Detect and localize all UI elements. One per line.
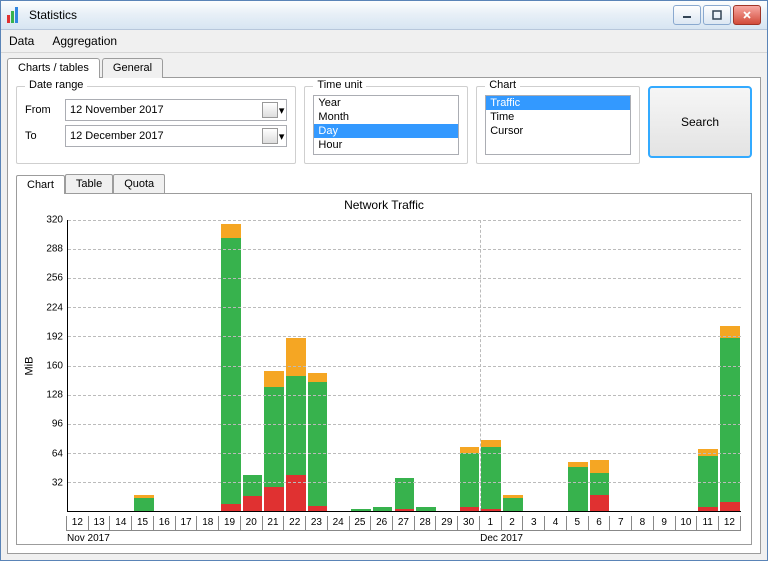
time-unit-listbox[interactable]: YearMonthDayHour [313, 95, 459, 155]
window-title: Statistics [29, 8, 673, 22]
sub-tab-chart[interactable]: Chart [16, 175, 65, 194]
month-labels: Nov 2017Dec 2017 [67, 531, 741, 544]
menu-data[interactable]: Data [9, 34, 34, 48]
plot-area [67, 220, 741, 512]
from-label: From [25, 104, 65, 116]
tab-charts-tables[interactable]: Charts / tables [7, 58, 100, 78]
list-item[interactable]: Traffic [486, 96, 630, 110]
calendar-icon[interactable] [262, 102, 278, 118]
app-icon [7, 7, 23, 23]
date-range-group: Date range From 12 November 2017 ▾ To 12… [16, 86, 296, 164]
to-date-input[interactable]: 12 December 2017 ▾ [65, 125, 287, 147]
date-range-title: Date range [25, 79, 87, 91]
statistics-window: Statistics Data Aggregation Charts / tab… [0, 0, 768, 561]
tab-body: Date range From 12 November 2017 ▾ To 12… [7, 77, 761, 554]
y-axis: 326496128160192224256288320 [37, 220, 67, 512]
chevron-down-icon[interactable]: ▾ [279, 130, 285, 143]
search-button[interactable]: Search [648, 86, 752, 158]
close-button[interactable] [733, 5, 761, 25]
from-date-input[interactable]: 12 November 2017 ▾ [65, 99, 287, 121]
chevron-down-icon[interactable]: ▾ [279, 104, 285, 117]
time-unit-group: Time unit YearMonthDayHour [304, 86, 468, 164]
list-item[interactable]: Day [314, 124, 458, 138]
sub-tab-quota[interactable]: Quota [113, 174, 165, 193]
titlebar[interactable]: Statistics [1, 1, 767, 30]
tab-general[interactable]: General [102, 58, 163, 78]
list-item[interactable]: Cursor [486, 124, 630, 138]
chart-panel: Network Traffic MiB 32649612816019222425… [16, 193, 752, 545]
menu-aggregation[interactable]: Aggregation [52, 34, 117, 48]
time-unit-title: Time unit [313, 79, 366, 91]
chart-select-title: Chart [485, 79, 520, 91]
list-item[interactable]: Year [314, 96, 458, 110]
list-item[interactable]: Time [486, 110, 630, 124]
calendar-icon[interactable] [262, 128, 278, 144]
chart-select-group: Chart TrafficTimeCursor [476, 86, 640, 164]
x-axis-labels: 1213141516171819202122232425262728293012… [67, 516, 741, 531]
sub-tab-row: Chart Table Quota [16, 174, 752, 193]
list-item[interactable]: Month [314, 110, 458, 124]
maximize-button[interactable] [703, 5, 731, 25]
y-axis-label: MiB [23, 357, 35, 376]
top-tab-row: Charts / tables General [1, 53, 767, 77]
chart-select-listbox[interactable]: TrafficTimeCursor [485, 95, 631, 155]
minimize-button[interactable] [673, 5, 701, 25]
list-item[interactable]: Hour [314, 138, 458, 152]
sub-tab-table[interactable]: Table [65, 174, 113, 193]
chart-title: Network Traffic [17, 194, 751, 216]
menu-bar: Data Aggregation [1, 30, 767, 53]
to-label: To [25, 130, 65, 142]
